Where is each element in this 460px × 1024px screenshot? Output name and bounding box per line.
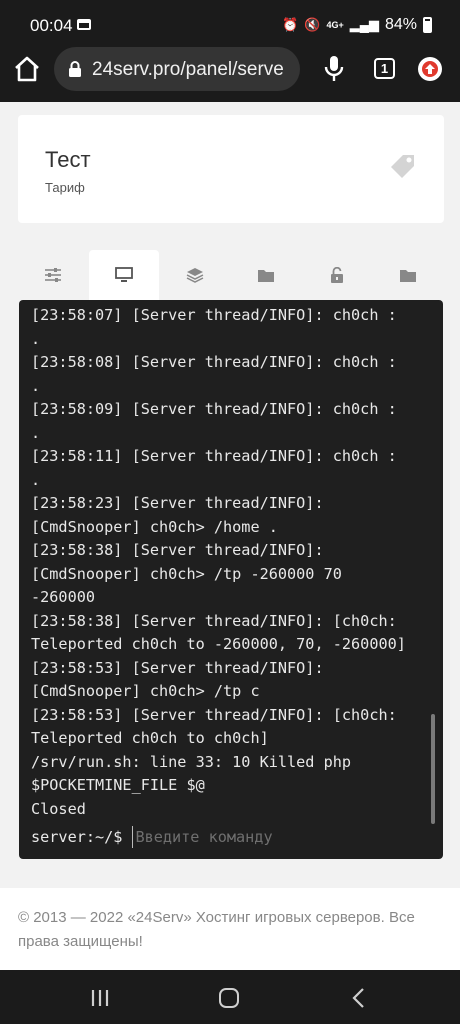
console-window[interactable]: [23:58:07] [Server thread/INFO]: ch0ch :…	[19, 300, 443, 859]
console-line: [CmdSnooper] ch0ch> /tp c	[31, 682, 260, 700]
home-nav-button[interactable]	[219, 988, 239, 1008]
console-line: $POCKETMINE_FILE $@	[31, 776, 205, 794]
console-line: .	[31, 470, 41, 489]
network-type: 4G+	[326, 20, 344, 30]
console-line: [23:58:53] [Server thread/INFO]:	[31, 658, 324, 677]
home-icon	[15, 56, 39, 82]
extension-button[interactable]	[418, 57, 442, 81]
tab-console[interactable]	[89, 250, 159, 300]
console-line: [CmdSnooper] ch0ch> /home .	[31, 517, 278, 536]
monitor-icon	[115, 267, 133, 282]
console-line: [23:58:11] [Server thread/INFO]: ch0ch :	[31, 447, 397, 465]
tariff-label: Тариф	[45, 180, 85, 195]
console-line: [CmdSnooper] ch0ch> /tp -260000 70	[31, 564, 342, 583]
console-line: .	[31, 329, 41, 348]
unlock-icon	[331, 267, 343, 283]
console-line: Teleported ch0ch to -260000, 70, -260000…	[31, 635, 406, 653]
console-line: [23:58:53] [Server thread/INFO]: [ch0ch:	[31, 705, 397, 724]
console-line: .	[31, 376, 41, 395]
file-notification-icon	[77, 19, 91, 30]
browser-toolbar: 24serv.pro/panel/serve 1	[0, 36, 460, 102]
server-tabs	[18, 250, 444, 300]
copyright-text: © 2013 — 2022 «24Serv» Хостинг игровых с…	[18, 909, 415, 950]
signal-icon: ▂▄▆	[349, 17, 379, 32]
command-input[interactable]	[132, 826, 393, 848]
console-output: [23:58:07] [Server thread/INFO]: ch0ch :…	[31, 304, 431, 821]
battery-icon	[423, 17, 432, 33]
address-bar[interactable]: 24serv.pro/panel/serve	[54, 47, 300, 91]
server-title: Тест	[45, 147, 91, 172]
console-line: [23:58:09] [Server thread/INFO]: ch0ch :	[31, 400, 397, 418]
server-card: Тест Тариф	[18, 115, 444, 223]
console-prompt: server:~/$	[31, 828, 123, 846]
tab-access[interactable]	[302, 250, 372, 300]
console-scrollbar[interactable]	[431, 714, 435, 824]
tab-files-2[interactable]	[373, 250, 443, 300]
url-text: 24serv.pro/panel/serve	[92, 59, 284, 80]
console-line: /srv/run.sh: line 33: 10 Killed php	[31, 752, 352, 771]
microphone-icon	[324, 56, 344, 81]
tab-files[interactable]	[231, 250, 301, 300]
back-button[interactable]	[351, 988, 365, 1008]
tab-settings[interactable]	[18, 250, 88, 300]
mute-icon: 🔇	[304, 17, 321, 32]
recents-button[interactable]	[90, 989, 110, 1007]
voice-search-button[interactable]	[322, 54, 346, 84]
console-line: [23:58:07] [Server thread/INFO]: ch0ch :	[31, 306, 397, 324]
console-line: [23:58:38] [Server thread/INFO]:	[31, 541, 324, 559]
status-indicators: ⏰ 🔇 4G+ ▂▄▆ 84%	[282, 16, 432, 34]
console-line: [23:58:23] [Server thread/INFO]:	[31, 494, 324, 512]
console-line: [23:58:38] [Server thread/INFO]: [ch0ch:	[31, 611, 397, 630]
lock-icon	[69, 61, 81, 77]
console-line: Teleported ch0ch to ch0ch]	[31, 729, 269, 747]
tab-switcher-button[interactable]: 1	[374, 58, 395, 79]
console-line: [23:58:08] [Server thread/INFO]: ch0ch :	[31, 353, 397, 371]
sliders-icon	[45, 268, 61, 282]
home-button[interactable]	[12, 54, 42, 84]
footer: © 2013 — 2022 «24Serv» Хостинг игровых с…	[0, 888, 460, 970]
alarm-icon: ⏰	[282, 17, 299, 32]
layers-icon	[186, 268, 204, 283]
console-line: -260000	[31, 588, 96, 606]
folder-icon	[400, 269, 416, 282]
console-line: Closed	[31, 799, 86, 818]
console-prompt-row: server:~/$	[31, 826, 393, 848]
tag-icon	[391, 155, 414, 178]
console-line: .	[31, 423, 41, 442]
tab-versions[interactable]	[160, 250, 230, 300]
status-time: 00:04	[30, 16, 73, 35]
folder-icon	[258, 269, 274, 282]
system-nav-bar	[0, 970, 460, 1024]
upload-arrow-icon	[425, 64, 435, 74]
battery-percent: 84%	[384, 16, 417, 33]
